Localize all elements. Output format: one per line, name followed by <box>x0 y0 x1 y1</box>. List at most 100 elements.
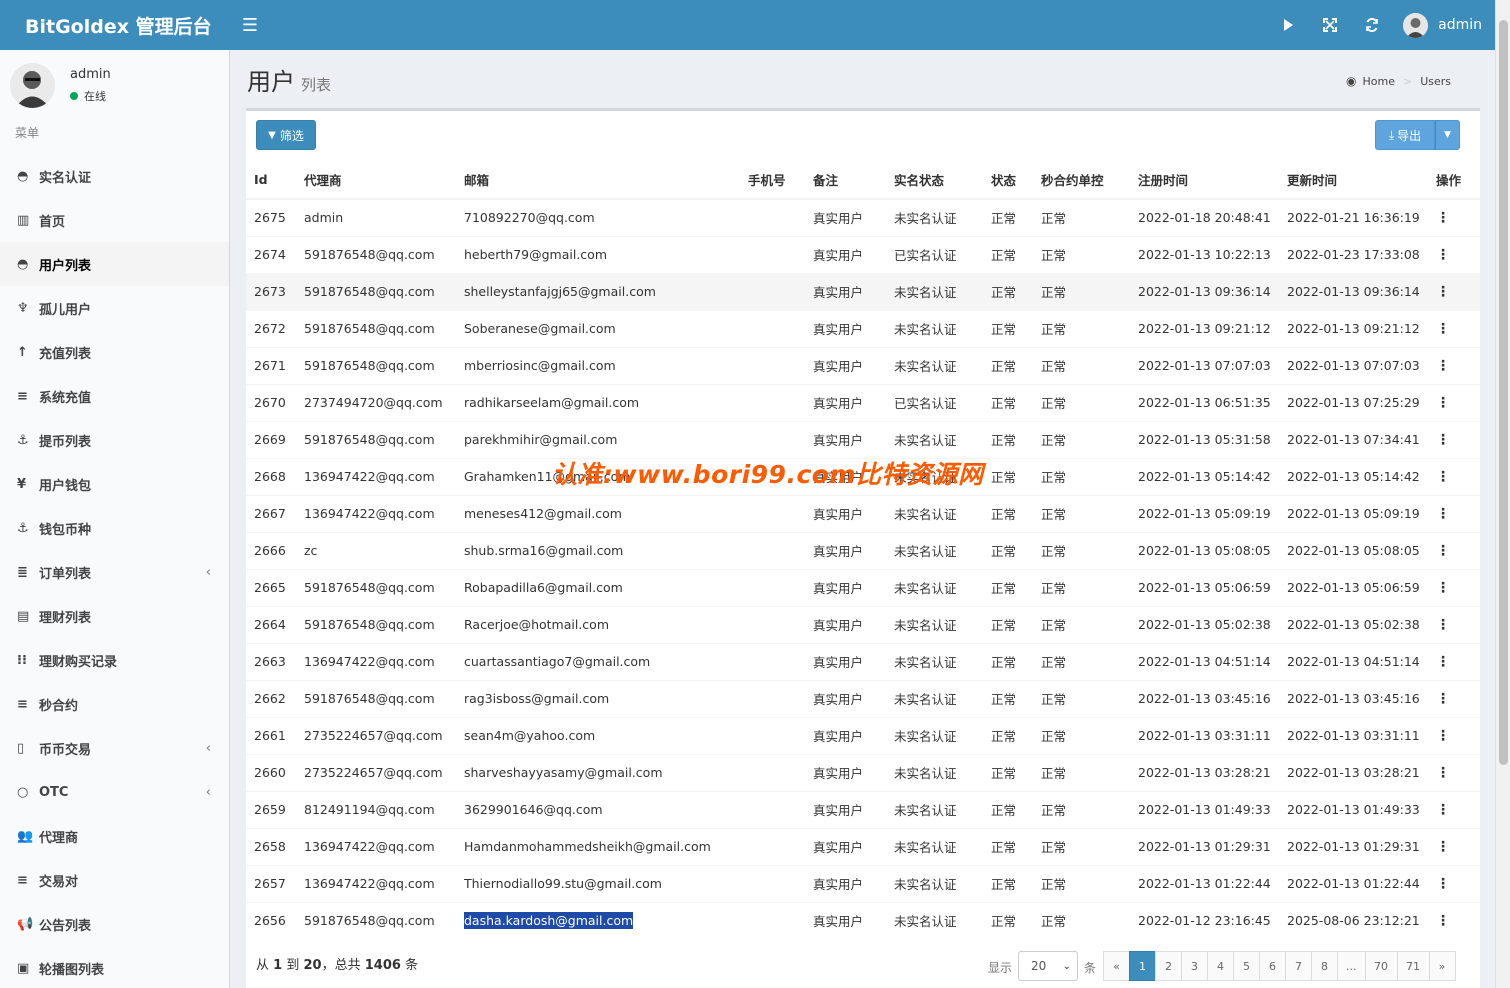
page-link[interactable]: 5 <box>1233 951 1260 981</box>
table-row[interactable]: 2661 2735224657@qq.com sean4m@yahoo.com 真实用… <box>246 716 1480 754</box>
page-link[interactable]: 2 <box>1155 951 1182 981</box>
table-row[interactable]: 2671 591876548@qq.com mberriosinc@gmail.co… <box>246 346 1480 384</box>
table-cell[interactable]: meneses412@gmail.com <box>456 494 740 532</box>
table-row[interactable]: 2674 591876548@qq.com heberth79@gmail.com 真… <box>246 235 1480 273</box>
table-cell[interactable]: heberth79@gmail.com <box>456 235 740 273</box>
table-cell[interactable]: sharveshayyasamy@gmail.com <box>456 753 740 791</box>
table-cell[interactable]: Soberanese@gmail.com <box>456 309 740 347</box>
row-actions-icon[interactable]: ⋮ <box>1428 827 1480 865</box>
table-cell[interactable]: 3629901646@qq.com <box>456 790 740 828</box>
row-actions-icon[interactable]: ⋮ <box>1428 790 1480 828</box>
export-button[interactable]: ⤓ 导出 <box>1375 120 1435 150</box>
table-row[interactable]: 2670 2737494720@qq.com radhikarseelam@gmai… <box>246 383 1480 421</box>
table-cell[interactable]: 710892270@qq.com <box>456 198 740 236</box>
table-row[interactable]: 2657 136947422@qq.com Thiernodiallo99.stu@… <box>246 864 1480 902</box>
page-link[interactable]: 70 <box>1364 951 1398 981</box>
row-actions-icon[interactable]: ⋮ <box>1428 198 1480 236</box>
table-row[interactable]: 2656 591876548@qq.com dasha.kardosh@gmail.… <box>246 901 1480 939</box>
page-link[interactable]: 71 <box>1396 951 1430 981</box>
row-actions-icon[interactable]: ⋮ <box>1428 605 1480 643</box>
column-header[interactable]: 备注 <box>805 161 886 200</box>
table-row[interactable]: 2663 136947422@qq.com cuartassantiago7@gma… <box>246 642 1480 680</box>
page-size-select[interactable]: 20 ⌄ <box>1018 951 1078 981</box>
sidebar-item-16[interactable]: ≡ 交易对 <box>0 858 229 902</box>
page-link[interactable]: 4 <box>1207 951 1234 981</box>
sidebar-item-0[interactable]: ◓ 实名认证 <box>0 154 229 198</box>
user-menu[interactable]: admin <box>1403 12 1482 38</box>
sidebar-item-12[interactable]: ≡ 秒合约 <box>0 682 229 726</box>
row-actions-icon[interactable]: ⋮ <box>1428 901 1480 939</box>
sidebar-item-9[interactable]: ≣ 订单列表 ‹ <box>0 550 229 594</box>
sidebar-item-2[interactable]: ◓ 用户列表 <box>0 242 229 286</box>
column-header[interactable]: 状态 <box>983 161 1033 200</box>
row-actions-icon[interactable]: ⋮ <box>1428 716 1480 754</box>
table-cell[interactable]: mberriosinc@gmail.com <box>456 346 740 384</box>
table-cell[interactable]: shub.srma16@gmail.com <box>456 531 740 569</box>
table-row[interactable]: 2662 591876548@qq.com rag3isboss@gmail.com… <box>246 679 1480 717</box>
page-link[interactable]: 8 <box>1311 951 1338 981</box>
row-actions-icon[interactable]: ⋮ <box>1428 494 1480 532</box>
table-row[interactable]: 2659 812491194@qq.com 3629901646@qq.com 真实用… <box>246 790 1480 828</box>
export-dropdown-toggle[interactable]: ▼ <box>1435 120 1460 150</box>
breadcrumb-home-link[interactable]: Home <box>1362 75 1394 88</box>
page-link[interactable]: 3 <box>1181 951 1208 981</box>
sidebar-item-3[interactable]: ♆ 孤儿用户 <box>0 286 229 330</box>
table-cell[interactable]: Racerjoe@hotmail.com <box>456 605 740 643</box>
sidebar-item-13[interactable]: ▯ 币币交易 ‹ <box>0 726 229 770</box>
sidebar-item-11[interactable]: ⁝⁝ 理财购买记录 <box>0 638 229 682</box>
sidebar-item-4[interactable]: ↑ 充值列表 <box>0 330 229 374</box>
column-header[interactable]: 实名状态 <box>886 161 983 200</box>
table-row[interactable]: 2673 591876548@qq.com shelleystanfajgj65@g… <box>246 272 1480 310</box>
sidebar-item-5[interactable]: ≡ 系统充值 <box>0 374 229 418</box>
sidebar-item-14[interactable]: ○ OTC ‹ <box>0 770 229 814</box>
page-scrollbar[interactable] <box>1495 0 1510 988</box>
scrollbar-thumb[interactable] <box>1499 20 1508 765</box>
table-row[interactable]: 2669 591876548@qq.com parekhmihir@gmail.co… <box>246 420 1480 458</box>
sidebar-item-1[interactable]: ▥ 首页 <box>0 198 229 242</box>
column-header[interactable]: 代理商 <box>296 161 456 200</box>
row-actions-icon[interactable]: ⋮ <box>1428 235 1480 273</box>
sidebar-item-6[interactable]: ⚓ 提币列表 <box>0 418 229 462</box>
table-cell[interactable]: sean4m@yahoo.com <box>456 716 740 754</box>
row-actions-icon[interactable]: ⋮ <box>1428 753 1480 791</box>
filter-button[interactable]: ▼ 筛选 <box>256 120 316 150</box>
page-link[interactable]: 7 <box>1285 951 1312 981</box>
table-cell[interactable]: parekhmihir@gmail.com <box>456 420 740 458</box>
column-header[interactable]: 手机号 <box>740 161 805 200</box>
table-row[interactable]: 2675 admin 710892270@qq.com 真实用户 未实名认证 正常 正常 20… <box>246 198 1480 236</box>
row-actions-icon[interactable]: ⋮ <box>1428 346 1480 384</box>
page-link[interactable]: « <box>1103 951 1130 981</box>
column-header[interactable]: 更新时间 <box>1279 161 1428 200</box>
sidebar-item-7[interactable]: ¥ 用户钱包 <box>0 462 229 506</box>
row-actions-icon[interactable]: ⋮ <box>1428 457 1480 495</box>
table-row[interactable]: 2660 2735224657@qq.com sharveshayyasamy@gm… <box>246 753 1480 791</box>
row-actions-icon[interactable]: ⋮ <box>1428 642 1480 680</box>
sidebar-item-18[interactable]: ▣ 轮播图列表 <box>0 946 229 988</box>
row-actions-icon[interactable]: ⋮ <box>1428 679 1480 717</box>
row-actions-icon[interactable]: ⋮ <box>1428 531 1480 569</box>
sidebar-item-15[interactable]: 👥 代理商 <box>0 814 229 858</box>
sidebar-toggle-icon[interactable]: ☰ <box>230 0 270 50</box>
table-row[interactable]: 2672 591876548@qq.com Soberanese@gmail.com… <box>246 309 1480 347</box>
table-cell[interactable]: rag3isboss@gmail.com <box>456 679 740 717</box>
fullscreen-icon[interactable] <box>1309 0 1351 50</box>
table-row[interactable]: 2664 591876548@qq.com Racerjoe@hotmail.com… <box>246 605 1480 643</box>
column-header[interactable]: 秒合约单控 <box>1033 161 1130 200</box>
table-cell[interactable]: shelleystanfajgj65@gmail.com <box>456 272 740 310</box>
column-header[interactable]: 注册时间 <box>1130 161 1279 200</box>
sidebar-item-17[interactable]: 📢 公告列表 <box>0 902 229 946</box>
column-header[interactable]: 邮箱 <box>456 161 740 200</box>
column-header[interactable]: Id <box>246 161 296 200</box>
row-actions-icon[interactable]: ⋮ <box>1428 420 1480 458</box>
row-actions-icon[interactable]: ⋮ <box>1428 864 1480 902</box>
play-icon[interactable] <box>1267 0 1309 50</box>
brand-logo[interactable]: BitGoldex 管理后台 <box>0 0 230 50</box>
column-header[interactable]: 操作 <box>1428 161 1480 200</box>
table-cell[interactable]: Hamdanmohammedsheikh@gmail.com <box>456 827 740 865</box>
table-row[interactable]: 2667 136947422@qq.com meneses412@gmail.com… <box>246 494 1480 532</box>
table-row[interactable]: 2665 591876548@qq.com Robapadilla6@gmail.c… <box>246 568 1480 606</box>
sidebar-item-10[interactable]: ▤ 理财列表 <box>0 594 229 638</box>
page-link[interactable]: » <box>1428 951 1456 981</box>
refresh-icon[interactable] <box>1351 0 1393 50</box>
page-link[interactable]: 6 <box>1259 951 1286 981</box>
